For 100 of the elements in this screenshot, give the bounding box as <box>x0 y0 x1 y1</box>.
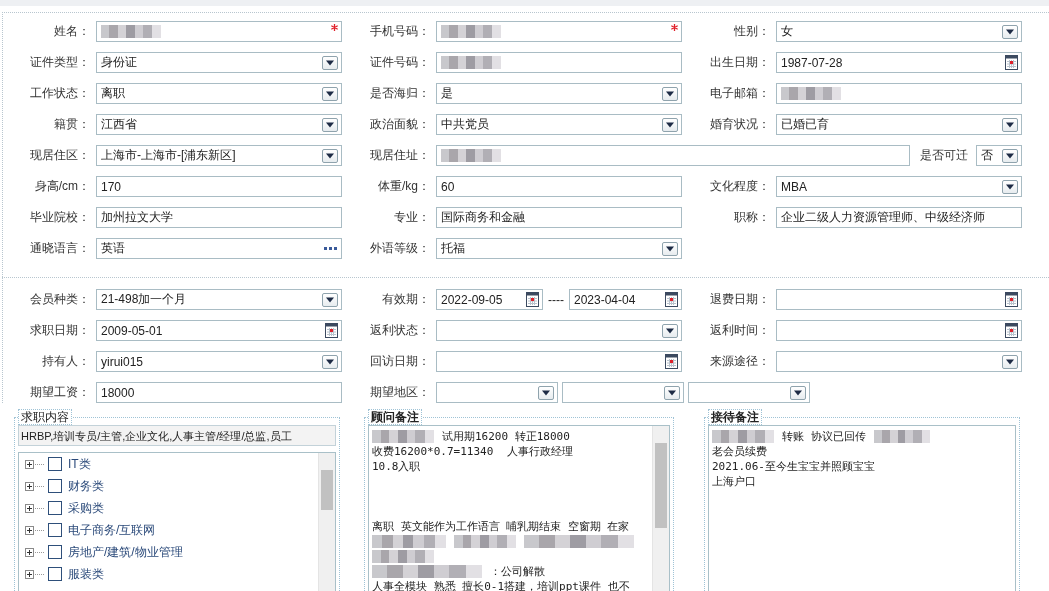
input-field[interactable]: 英语 <box>96 238 342 259</box>
dropdown-button[interactable] <box>1002 148 1018 163</box>
dropdown-field[interactable] <box>436 320 682 341</box>
date-field[interactable]: 2022-09-05 <box>436 289 543 310</box>
dropdown-field[interactable] <box>688 382 810 403</box>
input-field[interactable] <box>436 145 910 166</box>
calendar-icon <box>325 323 338 338</box>
calendar-button[interactable] <box>665 292 678 307</box>
dropdown-button[interactable] <box>662 323 678 338</box>
dropdown-button[interactable] <box>662 86 678 101</box>
input-field[interactable] <box>436 52 682 73</box>
checkbox[interactable] <box>48 479 62 493</box>
scrollbar[interactable] <box>652 426 669 591</box>
selection-field[interactable]: HRBP,培训专员/主管,企业文化,人事主管/经理/总监,员工 <box>18 425 336 446</box>
dropdown-field[interactable]: 否 <box>976 145 1022 166</box>
date-field[interactable]: 2009-05-01 <box>96 320 342 341</box>
expand-icon[interactable] <box>25 569 34 579</box>
calendar-button[interactable] <box>665 354 678 369</box>
category-label[interactable]: 房地产/建筑/物业管理 <box>68 543 183 561</box>
date-field[interactable] <box>776 320 1022 341</box>
date-field[interactable] <box>776 289 1022 310</box>
checkbox[interactable] <box>48 457 62 471</box>
input-field[interactable]: 国际商务和金融 <box>436 207 682 228</box>
category-label[interactable]: IT类 <box>68 455 91 473</box>
expand-icon[interactable] <box>25 547 34 557</box>
dropdown-button[interactable] <box>664 385 680 400</box>
input-field[interactable]: 企业二级人力资源管理师、中级经济师 <box>776 207 1022 228</box>
dropdown-button[interactable] <box>322 86 338 101</box>
range-separator: ---- <box>547 292 565 307</box>
input-field[interactable]: 170 <box>96 176 342 197</box>
dropdown-button[interactable] <box>322 354 338 369</box>
caret-icon <box>325 121 335 128</box>
ellipsis-button[interactable] <box>324 246 338 251</box>
dropdown-field[interactable]: 离职 <box>96 83 342 104</box>
checkbox[interactable] <box>48 567 62 581</box>
dropdown-field[interactable]: 已婚已育 <box>776 114 1022 135</box>
dropdown-field[interactable]: 托福 <box>436 238 682 259</box>
caret-icon <box>1005 28 1015 35</box>
dropdown-button[interactable] <box>1002 117 1018 132</box>
checkbox[interactable] <box>48 523 62 537</box>
checkbox[interactable] <box>48 501 62 515</box>
dropdown-field[interactable] <box>562 382 684 403</box>
expand-icon[interactable] <box>25 503 34 513</box>
dropdown-button[interactable] <box>322 148 338 163</box>
expand-icon[interactable] <box>25 481 34 491</box>
dropdown-field[interactable]: 身份证 <box>96 52 342 73</box>
input-field[interactable]: 60 <box>436 176 682 197</box>
field-label: 期望工资： <box>30 384 90 401</box>
caret-icon <box>325 152 335 159</box>
caret-icon <box>325 296 335 303</box>
calendar-button[interactable] <box>1005 292 1018 307</box>
dropdown-button[interactable] <box>322 117 338 132</box>
dropdown-button[interactable] <box>538 385 554 400</box>
input-field[interactable] <box>776 83 1022 104</box>
ellipsis-icon <box>324 246 338 251</box>
dropdown-field[interactable]: 江西省 <box>96 114 342 135</box>
field-label: 退费日期： <box>710 291 770 308</box>
dropdown-field[interactable]: yirui015 <box>96 351 342 372</box>
blurred-text <box>372 430 434 443</box>
calendar-button[interactable] <box>1005 323 1018 338</box>
dropdown-button[interactable] <box>790 385 806 400</box>
calendar-button[interactable] <box>526 292 539 307</box>
dropdown-field[interactable] <box>436 382 558 403</box>
dropdown-field[interactable]: 21-498加一个月 <box>96 289 342 310</box>
date-field[interactable]: 2023-04-04 <box>569 289 682 310</box>
calendar-icon <box>1005 292 1018 307</box>
dropdown-field[interactable]: MBA <box>776 176 1022 197</box>
calendar-button[interactable] <box>1005 55 1018 70</box>
dropdown-button[interactable] <box>662 117 678 132</box>
input-field[interactable] <box>96 21 342 42</box>
input-field[interactable]: 18000 <box>96 382 342 403</box>
input-field[interactable]: 加州拉文大学 <box>96 207 342 228</box>
category-label[interactable]: 服装类 <box>68 565 104 583</box>
notes-area[interactable]: 转账 协议已回传 老会员续费 2021.06-至今生宝宝并照顾宝宝 上海户口 <box>708 425 1016 591</box>
date-field[interactable] <box>436 351 682 372</box>
dropdown-button[interactable] <box>662 241 678 256</box>
dropdown-button[interactable] <box>1002 24 1018 39</box>
dropdown-field[interactable]: 女 <box>776 21 1022 42</box>
dropdown-button[interactable] <box>1002 354 1018 369</box>
checkbox[interactable] <box>48 545 62 559</box>
field-label: 专业： <box>394 209 430 226</box>
dropdown-field[interactable] <box>776 351 1022 372</box>
category-label[interactable]: 财务类 <box>68 477 104 495</box>
field-label: 证件类型： <box>30 54 90 71</box>
dropdown-button[interactable] <box>322 292 338 307</box>
field-label: 工作状态： <box>30 85 90 102</box>
category-label[interactable]: 电子商务/互联网 <box>68 521 156 539</box>
dropdown-button[interactable] <box>322 55 338 70</box>
category-label[interactable]: 采购类 <box>68 499 104 517</box>
expand-icon[interactable] <box>25 525 34 535</box>
input-field[interactable] <box>436 21 682 42</box>
expand-icon[interactable] <box>25 459 34 469</box>
dropdown-field[interactable]: 中共党员 <box>436 114 682 135</box>
calendar-button[interactable] <box>325 323 338 338</box>
dropdown-button[interactable] <box>1002 179 1018 194</box>
dropdown-field[interactable]: 上海市-上海市-[浦东新区] <box>96 145 342 166</box>
date-field[interactable]: 1987-07-28 <box>776 52 1022 73</box>
dropdown-field[interactable]: 是 <box>436 83 682 104</box>
field-label: 现居住区： <box>30 147 90 164</box>
caret-icon <box>665 327 675 334</box>
